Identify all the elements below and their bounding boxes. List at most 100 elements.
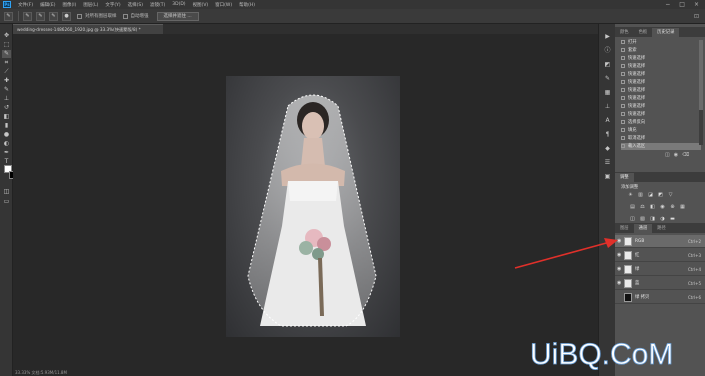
history-row[interactable]: 打开 [621, 39, 701, 46]
history-row[interactable]: 快速选择 [621, 63, 701, 70]
sample-all-layers-checkbox[interactable] [77, 13, 82, 19]
hue-icon[interactable]: ▤ [629, 204, 636, 210]
workspace-icon[interactable]: ⊡ [694, 13, 699, 20]
adjustments-icon[interactable]: ◩ [603, 60, 612, 69]
menu-3d[interactable]: 3D(D) [172, 2, 185, 7]
photo-filter-icon[interactable]: ◉ [659, 204, 666, 210]
selective-color-icon[interactable]: ◑ [659, 216, 666, 222]
swatches-icon[interactable]: ▦ [603, 88, 612, 97]
color-lookup-icon[interactable]: ▦ [679, 204, 686, 210]
history-step-icon [621, 103, 625, 108]
channel-row[interactable]: 绿 拷贝 Ctrl+6 [615, 291, 705, 304]
levels-icon[interactable]: ▥ [637, 192, 644, 198]
healing-brush-tool-icon[interactable]: ✚ [2, 77, 11, 85]
history-brush-tool-icon[interactable]: ↺ [2, 104, 11, 112]
menu-window[interactable]: 窗口(W) [215, 2, 232, 8]
crop-tool-icon[interactable]: ⌗ [2, 59, 11, 67]
eraser-tool-icon[interactable]: ◧ [2, 113, 11, 121]
menu-type[interactable]: 文字(Y) [105, 2, 120, 8]
curves-icon[interactable]: ◪ [647, 192, 654, 198]
history-row[interactable]: 快速选择 [621, 111, 701, 118]
libraries-icon[interactable]: ☰ [603, 158, 612, 167]
brush-settings-icon[interactable]: ✎ [603, 74, 612, 83]
quick-select-tool-preset-icon[interactable]: ✎ [4, 11, 13, 21]
menu-help[interactable]: 帮助(H) [239, 2, 255, 8]
pen-tool-icon[interactable]: ✒ [2, 149, 11, 157]
brush-tool-icon[interactable]: ✎ [2, 86, 11, 94]
channel-mixer-icon[interactable]: ⊕ [669, 204, 676, 210]
gradient-tool-icon[interactable]: ▮ [2, 122, 11, 130]
history-row[interactable]: 填充 [621, 127, 701, 134]
history-row[interactable]: 套索 [621, 47, 701, 54]
gradient-map-icon[interactable]: ▬ [669, 216, 676, 222]
info-icon[interactable]: ⓘ [603, 46, 612, 55]
watermark-text: UiBQ.CoM [530, 338, 673, 371]
dodge-tool-icon[interactable]: ◐ [2, 140, 11, 148]
menu-select[interactable]: 选择(S) [128, 2, 143, 8]
threshold-icon[interactable]: ◨ [649, 216, 656, 222]
maximize-button[interactable]: □ [679, 1, 685, 8]
character-icon[interactable]: A [603, 116, 612, 125]
history-row[interactable]: 快速选择 [621, 71, 701, 78]
menu-view[interactable]: 视图(V) [193, 2, 209, 8]
tools-panel: ✥ ⬚ ✎ ⌗ ⟋ ✚ ✎ ⊥ ↺ ◧ ▮ ● ◐ ✒ T ◫ ▭ [0, 24, 17, 376]
marquee-tool-icon[interactable]: ⬚ [2, 41, 11, 49]
close-button[interactable]: × [694, 1, 699, 8]
history-step-icon [621, 95, 625, 100]
visibility-eye-icon[interactable]: ◉ [617, 280, 623, 286]
play-icon[interactable]: ▶ [603, 32, 612, 41]
tab-paths[interactable]: 路径 [652, 224, 671, 233]
eyedropper-tool-icon[interactable]: ⟋ [2, 68, 11, 76]
vibrance-icon[interactable]: ▽ [667, 192, 674, 198]
brightness-icon[interactable]: ☀ [627, 192, 634, 198]
history-row[interactable]: 快速选择 [621, 103, 701, 110]
menu-file[interactable]: 文件(F) [18, 2, 33, 8]
menu-image[interactable]: 图像(I) [62, 2, 76, 8]
history-scrollbar-thumb[interactable] [699, 40, 703, 110]
window-controls: − □ × [665, 1, 699, 8]
add-to-selection-icon[interactable]: ✎ [36, 11, 45, 21]
screen-mode-icon[interactable]: ▭ [2, 198, 11, 206]
tab-swatches[interactable]: 色板 [634, 28, 653, 37]
3d-icon[interactable]: ◆ [603, 144, 612, 153]
select-and-mask-button[interactable]: 选择并遮住 ... [156, 11, 199, 21]
tab-history[interactable]: 历史记录 [652, 28, 680, 37]
quick-selection-tool-icon[interactable]: ✎ [2, 50, 11, 58]
minimize-button[interactable]: − [665, 1, 670, 8]
history-row[interactable]: 快速选择 [621, 87, 701, 94]
history-row-selected[interactable]: 载入选区 [621, 143, 701, 150]
color-balance-icon[interactable]: ⚖ [639, 204, 646, 210]
tab-adjustments[interactable]: 调整 [615, 173, 634, 182]
document-tab[interactable]: wedding-dresses-1486260_1920.jpg @ 33.3%… [13, 24, 163, 34]
brush-size-icon[interactable]: ● [62, 11, 71, 21]
menu-filter[interactable]: 滤镜(T) [150, 2, 165, 8]
clone-stamp-tool-icon[interactable]: ⊥ [2, 95, 11, 103]
blur-tool-icon[interactable]: ● [2, 131, 11, 139]
auto-enhance-checkbox[interactable] [122, 13, 128, 19]
new-selection-icon[interactable]: ✎ [23, 11, 32, 21]
document-image[interactable] [226, 76, 400, 337]
posterize-icon[interactable]: ▧ [639, 216, 646, 222]
history-panel-footer-icons[interactable]: ◫◉⌫ [665, 152, 693, 158]
history-row-label: 快速选择 [628, 64, 646, 69]
history-row[interactable]: 快速选择 [621, 79, 701, 86]
invert-icon[interactable]: ◫ [629, 216, 636, 222]
properties-icon[interactable]: ▣ [603, 172, 612, 181]
history-row[interactable]: 快速选择 [621, 95, 701, 102]
black-white-icon[interactable]: ◧ [649, 204, 656, 210]
paragraph-icon[interactable]: ¶ [603, 130, 612, 139]
menu-edit[interactable]: 编辑(E) [40, 2, 55, 8]
tab-channels[interactable]: 通道 [633, 224, 653, 233]
exposure-icon[interactable]: ◩ [657, 192, 664, 198]
menu-layer[interactable]: 图层(L) [83, 2, 98, 8]
clone-source-icon[interactable]: ⊥ [603, 102, 612, 111]
history-row[interactable]: 取消选择 [621, 135, 701, 142]
history-row[interactable]: 选择反向 [621, 119, 701, 126]
history-panel-tabs: 颜色 色板 历史记录 [615, 27, 705, 37]
photoshop-window: Ps 文件(F) 编辑(E) 图像(I) 图层(L) 文字(Y) 选择(S) 滤… [0, 0, 705, 376]
history-row[interactable]: 快速选择 [621, 55, 701, 62]
quick-mask-icon[interactable]: ◫ [2, 188, 11, 196]
tab-color[interactable]: 颜色 [615, 28, 634, 37]
move-tool-icon[interactable]: ✥ [2, 32, 11, 40]
subtract-from-selection-icon[interactable]: ✎ [49, 11, 58, 21]
